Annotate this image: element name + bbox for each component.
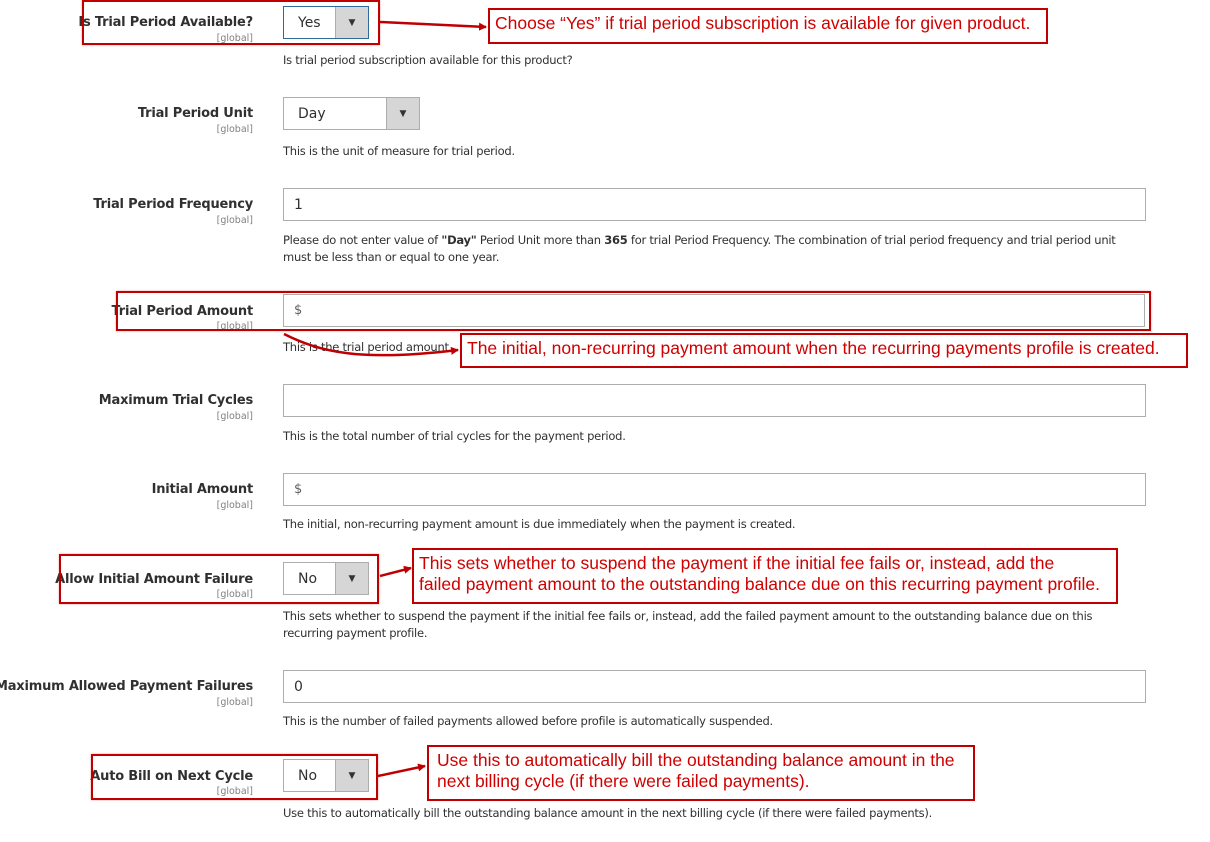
trial-amount-input[interactable]: $ (283, 294, 1145, 327)
scope-label: [global] (216, 786, 253, 797)
field-note: This is the total number of trial cycles… (283, 429, 626, 443)
input-value: 0 (294, 678, 303, 695)
field-label: Maximum Allowed Payment Failures (0, 679, 253, 694)
callout-line: next billing cycle (if there were failed… (437, 771, 810, 791)
initial-amount-input[interactable]: $ (283, 473, 1146, 506)
currency-prefix: $ (294, 303, 303, 318)
field-label: Allow Initial Amount Failure (55, 572, 253, 587)
scope-label: [global] (216, 500, 253, 511)
arrow-allow-initial-failure (379, 565, 412, 578)
scope-label: [global] (216, 697, 253, 708)
field-label: Trial Period Unit (137, 106, 253, 121)
select-value: No (298, 767, 318, 784)
trial-frequency-input[interactable]: 1 (283, 188, 1146, 221)
arrow-trial-available (379, 20, 487, 31)
field-label: Maximum Trial Cycles (98, 393, 253, 408)
max-trial-cycles-input[interactable] (283, 384, 1146, 417)
trial-available-select[interactable]: Yes ▼ (283, 6, 369, 39)
field-note: This sets whether to suspend the payment… (283, 609, 1093, 640)
select-value: No (298, 570, 318, 587)
callout-line: This sets whether to suspend the payment… (419, 553, 1055, 573)
field-label: Initial Amount (151, 482, 254, 497)
select-value: Day (298, 105, 326, 122)
field-label: Is Trial Period Available? (78, 15, 253, 30)
scope-label: [global] (216, 321, 253, 332)
field-label: Trial Period Amount (111, 304, 254, 319)
scope-label: [global] (216, 124, 253, 135)
field-note: The initial, non-recurring payment amoun… (283, 517, 796, 531)
field-label: Trial Period Frequency (93, 197, 253, 212)
scope-label: [global] (216, 589, 253, 600)
allow-initial-failure-select[interactable]: No ▼ (283, 562, 369, 595)
arrow-auto-bill (377, 763, 426, 778)
callout-allow-initial-failure: This sets whether to suspend the payment… (412, 548, 1118, 604)
chevron-down-icon[interactable]: ▼ (335, 760, 368, 791)
select-value: Yes (298, 14, 321, 31)
trial-unit-select[interactable]: Day ▼ (283, 97, 420, 130)
note-bold: "Day" (441, 233, 477, 247)
field-label: Auto Bill on Next Cycle (90, 769, 253, 784)
note-text: Period Unit more than (476, 233, 605, 247)
chevron-down-icon[interactable]: ▼ (335, 7, 368, 38)
field-note: Please do not enter value of "Day" Perio… (283, 232, 1143, 266)
chevron-down-icon[interactable]: ▼ (386, 98, 419, 129)
field-note: This is the number of failed payments al… (283, 714, 773, 728)
callout-line: failed payment amount to the outstanding… (419, 574, 1100, 594)
callout-trial-amount: The initial, non-recurring payment amoun… (460, 333, 1188, 368)
field-note: Is trial period subscription available f… (283, 53, 573, 67)
callout-trial-available: Choose “Yes” if trial period subscriptio… (488, 8, 1048, 44)
scope-label: [global] (216, 33, 253, 44)
field-note: Use this to automatically bill the outst… (283, 806, 932, 820)
note-text: Please do not enter value of (283, 233, 442, 247)
scope-label: [global] (216, 215, 253, 226)
chevron-down-icon[interactable]: ▼ (335, 563, 368, 594)
callout-auto-bill: Use this to automatically bill the outst… (427, 745, 975, 801)
auto-bill-select[interactable]: No ▼ (283, 759, 369, 792)
input-value: 1 (294, 196, 303, 213)
scope-label: [global] (216, 411, 253, 422)
field-note: This is the unit of measure for trial pe… (283, 144, 515, 158)
note-bold: 365 (604, 233, 628, 247)
currency-prefix: $ (294, 482, 303, 497)
max-payment-failures-input[interactable]: 0 (283, 670, 1146, 703)
callout-line: Use this to automatically bill the outst… (437, 750, 955, 770)
